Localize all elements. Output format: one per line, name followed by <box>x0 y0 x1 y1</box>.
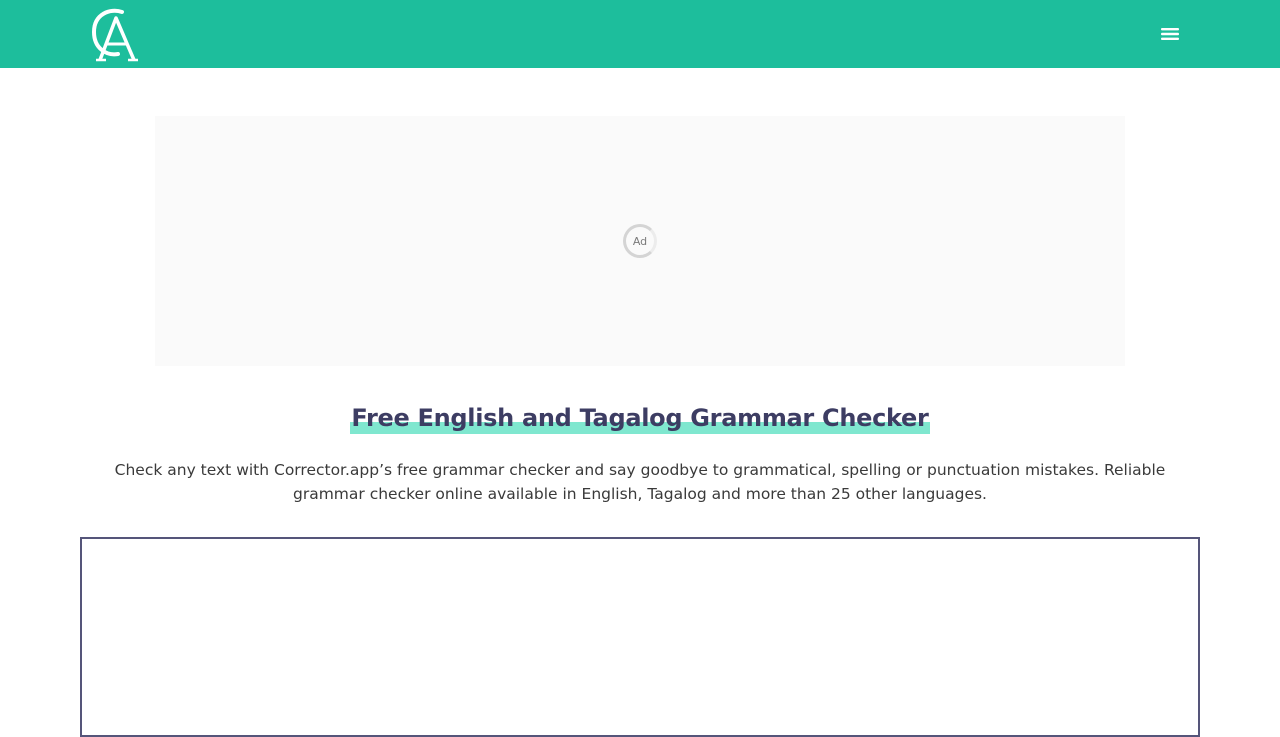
ad-placeholder[interactable]: Ad <box>155 116 1125 366</box>
page-title: Free English and Tagalog Grammar Checker <box>350 400 930 436</box>
ad-badge: Ad <box>623 224 657 258</box>
page-description: Check any text with Corrector.app’s free… <box>114 461 1166 503</box>
ad-label: Ad <box>632 234 648 248</box>
page-title-container: Free English and Tagalog Grammar Checker <box>0 400 1280 436</box>
corrector-app-logo-icon <box>91 8 138 62</box>
grammar-text-input[interactable] <box>80 537 1200 737</box>
hamburger-menu-button[interactable] <box>1156 20 1184 48</box>
logo-link[interactable] <box>88 6 140 62</box>
hamburger-menu-icon <box>1161 28 1179 40</box>
top-navbar <box>0 0 1280 68</box>
